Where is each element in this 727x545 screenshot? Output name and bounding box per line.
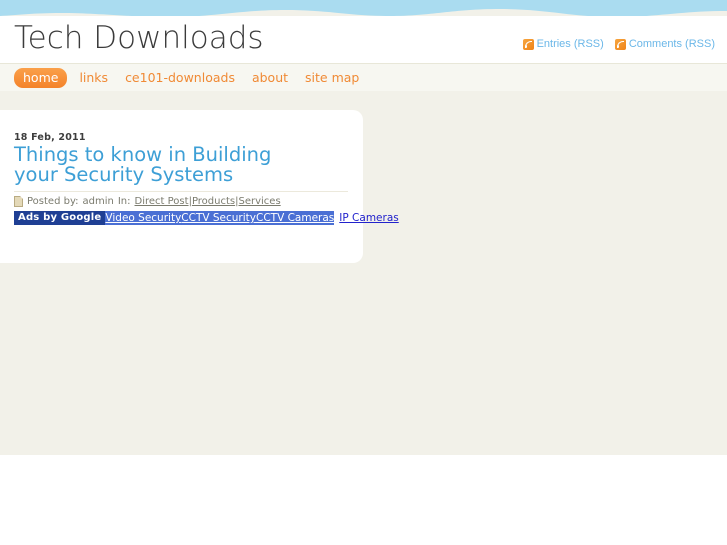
ad-link-ip-cameras[interactable]: IP Cameras — [334, 211, 398, 225]
site-header: Tech Downloads Entries (RSS) Comments (R… — [0, 16, 727, 63]
nav-item-site-map[interactable]: site map — [305, 70, 359, 85]
rss-icon — [614, 38, 626, 50]
comments-rss-label: Comments (RSS) — [628, 38, 715, 50]
entries-rss-label: Entries (RSS) — [536, 38, 604, 50]
post-meta: Posted by: admin In: Direct Post | Produ… — [14, 196, 347, 207]
post-author: admin — [82, 196, 114, 207]
nav-item-about[interactable]: about — [252, 70, 288, 85]
post-category-services[interactable]: Services — [239, 196, 281, 207]
ads-by-google-badge: Ads by Google — [14, 211, 106, 225]
post-title[interactable]: Things to know in Building your Security… — [14, 145, 314, 185]
posted-by-label: Posted by: — [27, 196, 79, 207]
nav-item-ce101-downloads[interactable]: ce101-downloads — [125, 70, 235, 85]
post-separator — [14, 191, 348, 192]
post-date: 18 Feb, 2011 — [14, 132, 86, 143]
nav-item-links[interactable]: links — [79, 70, 108, 85]
nav-item-home[interactable]: home — [14, 67, 68, 88]
post-category-products[interactable]: Products — [192, 196, 235, 207]
comments-rss-link[interactable]: Comments (RSS) — [614, 38, 715, 50]
ad-link-cctv-security[interactable]: CCTV Security — [181, 211, 256, 225]
main-navigation: home links ce101-downloads about site ma… — [0, 63, 727, 91]
ads-by-google-bar: Ads by Google Video Security CCTV Securi… — [14, 211, 399, 225]
post-card: 18 Feb, 2011 Things to know in Building … — [0, 110, 399, 263]
entries-rss-link[interactable]: Entries (RSS) — [522, 38, 604, 50]
ad-link-cctv-cameras[interactable]: CCTV Cameras — [256, 211, 335, 225]
site-title: Tech Downloads — [14, 20, 264, 56]
in-label: In: — [117, 196, 131, 207]
rss-icon — [522, 38, 534, 50]
post-category-direct-post[interactable]: Direct Post — [135, 196, 189, 207]
feed-links: Entries (RSS) Comments (RSS) — [522, 38, 715, 50]
ad-link-video-security[interactable]: Video Security — [105, 211, 182, 225]
document-icon — [14, 196, 23, 207]
